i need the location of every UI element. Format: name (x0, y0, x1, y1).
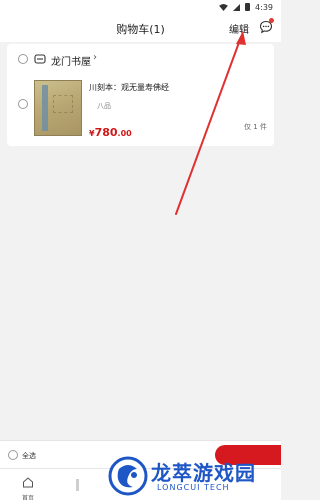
status-bar: 4:39 (0, 0, 281, 14)
product-image[interactable] (34, 80, 82, 136)
item-select-radio[interactable] (18, 99, 28, 109)
watermark-text: 龙萃游戏园 (151, 461, 256, 485)
wifi-icon (219, 3, 228, 11)
edit-button[interactable]: 编辑 (229, 21, 249, 36)
home-icon (23, 477, 33, 488)
product-price: ¥780.00 (89, 121, 132, 140)
product-title[interactable]: 川刻本：观无量寿佛经 (89, 82, 169, 93)
status-time: 4:39 (255, 2, 273, 12)
product-condition: 八品 (97, 102, 111, 110)
shop-select-radio[interactable] (18, 54, 28, 64)
watermark-subtext: LONGCUI TECH (157, 483, 230, 492)
price-decimal: .00 (117, 129, 132, 138)
shop-name: 龙门书屋 (51, 57, 91, 68)
product-image-band (42, 85, 48, 131)
tab-partial[interactable] (76, 479, 79, 491)
price-integer: 780 (94, 126, 118, 139)
tab-home-label: 首页 (21, 495, 34, 500)
shop-icon (34, 54, 46, 64)
select-all-label[interactable]: 全选 (22, 451, 36, 461)
tab-home[interactable]: 首页 (18, 473, 38, 500)
select-all-radio[interactable] (8, 450, 18, 460)
chevron-right-icon: › (93, 52, 97, 63)
cart-shop-card: 龙门书屋 › 川刻本：观无量寿佛经 八品 ¥780.00 仅 1 件 (7, 44, 274, 146)
notification-dot (269, 18, 274, 23)
watermark: 龙萃游戏园 LONGCUI TECH (107, 455, 281, 500)
shop-header[interactable]: 龙门书屋 › (7, 44, 274, 74)
signal-icon (233, 3, 241, 11)
watermark-logo-icon (108, 456, 148, 496)
battery-icon (245, 3, 251, 11)
top-bar: 购物车(1) 编辑 (0, 14, 281, 42)
stock-quantity: 仅 1 件 (244, 123, 267, 131)
message-button[interactable] (259, 18, 274, 34)
product-image-mark (53, 95, 73, 113)
